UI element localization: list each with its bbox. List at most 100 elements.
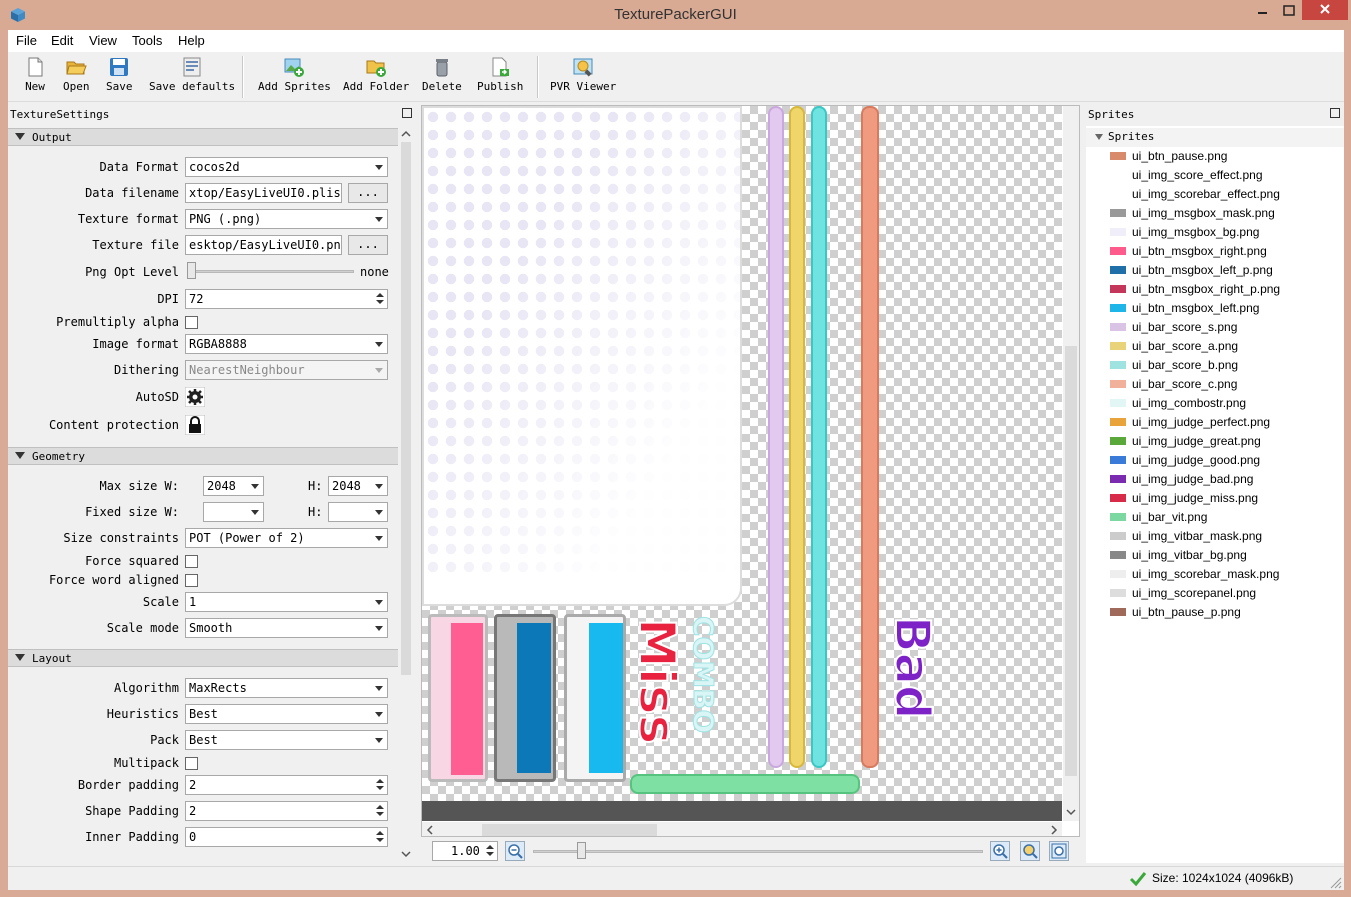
sprite-bar-score-c[interactable] [861,106,879,768]
sprite-tree[interactable]: Sprites ui_btn_pause.png ui_img_score_eff… [1086,126,1344,863]
dpi-spinbox[interactable]: 72 [185,289,388,309]
sprite-judge-texts[interactable]: Miss COMBO [634,614,754,794]
sprite-list-item[interactable]: ui_bar_vit.png [1086,508,1344,527]
sprite-list-item[interactable]: ui_bar_score_s.png [1086,318,1344,337]
minimize-button[interactable] [1248,2,1276,24]
zoom-slider[interactable] [533,850,983,853]
scroll-down-icon[interactable] [399,848,413,860]
sprite-list-item[interactable]: ui_img_judge_great.png [1086,432,1344,451]
sprite-list-item[interactable]: ui_img_judge_perfect.png [1086,413,1344,432]
sprite-list-item[interactable]: ui_img_msgbox_mask.png [1086,204,1344,223]
canvas-vertical-scrollbar[interactable] [1063,106,1079,821]
settings-scrollbar[interactable] [399,126,413,863]
scroll-thumb[interactable] [1065,346,1077,776]
sprite-list-item[interactable]: ui_btn_msgbox_right.png [1086,242,1344,261]
algorithm-select[interactable]: MaxRects [185,678,388,698]
sprite-btn-msgbox-right[interactable] [428,614,488,782]
sprite-list-item[interactable]: ui_btn_msgbox_left_p.png [1086,261,1344,280]
scroll-thumb[interactable] [401,142,411,675]
sprite-list-item[interactable]: ui_img_vitbar_mask.png [1086,527,1344,546]
sprite-list-item[interactable]: ui_bar_score_c.png [1086,375,1344,394]
pvr-viewer-button[interactable]: PVR Viewer [550,56,616,93]
sprite-list-item[interactable]: ui_btn_pause.png [1086,147,1344,166]
zoom-fit-icon[interactable] [1049,841,1069,861]
dithering-select[interactable]: NearestNeighbour [185,360,388,380]
zoom-spinbox[interactable]: 1.00 [432,841,498,861]
sprite-bar-score-s[interactable] [768,106,784,768]
sprite-folder-row[interactable]: Sprites [1086,128,1344,147]
layout-section-header[interactable]: Layout [8,649,398,667]
sprite-list-item[interactable]: ui_btn_pause_p.png [1086,603,1344,622]
zoom-in-icon[interactable] [990,841,1010,861]
spin-arrows-icon[interactable] [375,804,385,818]
maximize-button[interactable] [1276,2,1302,24]
force-word-aligned-checkbox[interactable] [185,574,198,587]
multipack-checkbox[interactable] [185,757,198,770]
open-button[interactable]: Open [63,56,90,93]
output-section-header[interactable]: Output [8,128,398,146]
sprite-list-item[interactable]: ui_bar_score_a.png [1086,337,1344,356]
border-padding-spinbox[interactable]: 2 [185,775,388,795]
gear-icon[interactable] [185,387,205,407]
new-button[interactable]: New [24,56,46,93]
force-squared-checkbox[interactable] [185,555,198,568]
texture-file-input[interactable]: esktop/EasyLiveUI0.png [185,235,342,255]
texture-format-select[interactable]: PNG (.png) [185,209,388,229]
sprite-list-item[interactable]: ui_img_judge_miss.png [1086,489,1344,508]
float-panel-icon[interactable] [402,108,412,118]
menu-view[interactable]: View [89,33,117,48]
png-opt-level-slider[interactable] [190,270,354,273]
float-panel-icon[interactable] [1330,108,1340,118]
menu-tools[interactable]: Tools [132,33,162,48]
sprite-list-item[interactable]: ui_img_vitbar_bg.png [1086,546,1344,565]
menu-edit[interactable]: Edit [51,33,73,48]
zoom-actual-size-icon[interactable] [1020,841,1040,861]
spin-arrows-icon[interactable] [375,292,385,306]
scroll-left-icon[interactable] [424,822,436,837]
texture-file-browse-button[interactable]: ... [348,235,388,255]
sprite-list-item[interactable]: ui_bar_score_b.png [1086,356,1344,375]
scale-mode-select[interactable]: Smooth [185,618,388,638]
save-defaults-button[interactable]: Save defaults [149,56,235,93]
texture-preview-canvas[interactable]: Miss COMBO Bad [421,105,1080,837]
canvas-horizontal-scrollbar[interactable] [422,822,1062,837]
geometry-section-header[interactable]: Geometry [8,447,398,465]
data-format-select[interactable]: cocos2d [185,157,388,177]
sprite-list-item[interactable]: ui_btn_msgbox_right_p.png [1086,280,1344,299]
inner-padding-spinbox[interactable]: 0 [185,827,388,847]
zoom-out-icon[interactable] [505,841,525,861]
sprite-btn-msgbox-left[interactable] [564,614,626,782]
sprite-list-item[interactable]: ui_img_scorepanel.png [1086,584,1344,603]
sprite-bar-score-b[interactable] [811,106,827,768]
resize-grip-icon[interactable] [1330,877,1342,889]
size-constraints-select[interactable]: POT (Power of 2) [185,528,388,548]
scroll-right-icon[interactable] [1048,822,1060,837]
close-button[interactable] [1302,0,1348,20]
sprite-msgbox-bg[interactable] [422,106,742,606]
spin-arrows-icon[interactable] [375,830,385,844]
max-width-select[interactable]: 2048 [203,476,264,496]
scroll-down-icon[interactable] [1063,806,1079,818]
sprite-btn-msgbox-left-p[interactable] [494,614,556,782]
sprite-list-item[interactable]: ui_img_score_effect.png [1086,166,1344,185]
menu-help[interactable]: Help [178,33,205,48]
shape-padding-spinbox[interactable]: 2 [185,801,388,821]
menu-file[interactable]: File [16,33,37,48]
sprite-bar-vit[interactable] [630,774,860,794]
add-sprites-button[interactable]: Add Sprites [258,56,331,93]
delete-button[interactable]: Delete [422,56,462,93]
sprite-list-item[interactable]: ui_img_judge_good.png [1086,451,1344,470]
sprite-list-item[interactable]: ui_btn_msgbox_left.png [1086,299,1344,318]
pack-select[interactable]: Best [185,730,388,750]
heuristics-select[interactable]: Best [185,704,388,724]
scroll-thumb[interactable] [482,824,657,836]
data-filename-input[interactable]: xtop/EasyLiveUI0.plist [185,183,342,203]
sprite-vitbar-bg[interactable] [422,801,1062,821]
sprite-list-item[interactable]: ui_img_scorebar_effect.png [1086,185,1344,204]
scale-select[interactable]: 1 [185,592,388,612]
lock-icon[interactable] [185,415,205,435]
data-filename-browse-button[interactable]: ... [348,183,388,203]
max-height-select[interactable]: 2048 [328,476,388,496]
folder-expand-icon[interactable] [1095,134,1103,140]
sprite-judge-bad[interactable]: Bad [890,614,950,744]
